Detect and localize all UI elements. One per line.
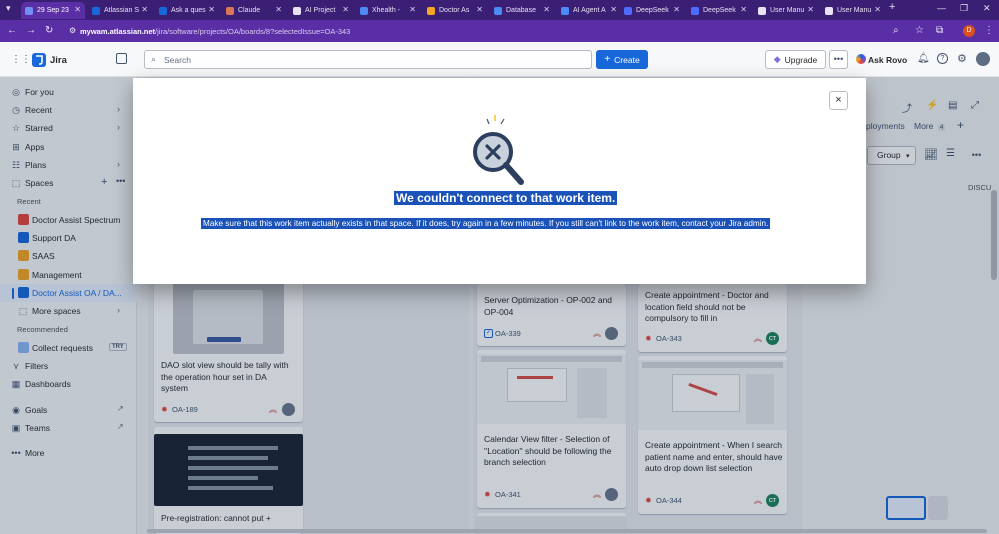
- settings-gear-icon[interactable]: ⚙: [957, 52, 967, 65]
- tab-close-icon[interactable]: ✕: [673, 5, 680, 14]
- browser-tab[interactable]: Xhealth - ✕: [356, 2, 420, 19]
- browser-tab-bar: ▾ 29 Sep 23 ✕ Atlassian S ✕ Ask a ques ✕…: [0, 0, 999, 20]
- tab-label: Claude: [238, 7, 261, 14]
- url-host: mywam.atlassian.net: [80, 27, 156, 36]
- back-icon[interactable]: ←: [7, 25, 17, 36]
- bookmark-star-icon[interactable]: ☆: [915, 25, 924, 36]
- search-placeholder: Search: [164, 54, 191, 65]
- tab-label: User Manu: [837, 7, 872, 14]
- upgrade-button[interactable]: ◆ Upgrade: [765, 50, 826, 69]
- browser-tab[interactable]: AI Agent A ✕: [557, 2, 621, 19]
- zoom-icon[interactable]: ⌕: [893, 25, 899, 36]
- tab-close-icon[interactable]: ✕: [543, 5, 550, 14]
- browser-tab[interactable]: User Manu ✕: [754, 2, 818, 19]
- tab-favicon-icon: [561, 6, 569, 15]
- tab-label: Atlassian S: [104, 7, 140, 14]
- tab-favicon-icon: [293, 6, 301, 15]
- help-icon[interactable]: ?: [937, 53, 948, 64]
- address-bar: ← → ↻ mywam.atlassian.net/jira/software/…: [0, 20, 999, 42]
- app-switcher-icon[interactable]: ⋮⋮: [11, 54, 31, 65]
- more-options-icon[interactable]: •••: [829, 50, 848, 69]
- window-close-icon[interactable]: ✕: [983, 3, 991, 14]
- tab-favicon-icon: [360, 6, 368, 15]
- browser-tab[interactable]: User Manu ✕: [821, 2, 885, 19]
- upgrade-label: Upgrade: [784, 54, 818, 65]
- tab-favicon-icon: [226, 6, 234, 15]
- tab-label: Xhealth -: [372, 7, 401, 14]
- jira-logo-icon[interactable]: [32, 53, 46, 67]
- browser-tab[interactable]: DeepSeek ✕: [620, 2, 684, 19]
- browser-tab[interactable]: Claude ✕: [222, 2, 286, 19]
- magnifier-error-icon: [470, 114, 528, 186]
- tab-close-icon[interactable]: ✕: [141, 5, 148, 14]
- browser-tab[interactable]: DeepSeek ✕: [687, 2, 751, 19]
- tab-label: DeepSeek: [636, 7, 669, 14]
- user-avatar[interactable]: [976, 52, 990, 66]
- reload-icon[interactable]: ↻: [45, 25, 53, 36]
- tab-close-icon[interactable]: ✕: [874, 5, 881, 14]
- dialog-message: Make sure that this work item actually e…: [201, 218, 771, 229]
- browser-tab[interactable]: Ask a ques ✕: [155, 2, 219, 19]
- tab-favicon-icon: [25, 6, 33, 15]
- tab-close-icon[interactable]: ✕: [409, 5, 416, 14]
- app-name[interactable]: Jira: [50, 55, 67, 66]
- tab-favicon-icon: [691, 6, 699, 15]
- site-info-icon[interactable]: ⚙: [69, 26, 76, 35]
- tab-close-icon[interactable]: ✕: [807, 5, 814, 14]
- rovo-icon: [856, 54, 866, 64]
- error-dialog: × We couldn't connect to that work item.…: [133, 78, 866, 284]
- tab-favicon-icon: [159, 6, 167, 15]
- sidebar-toggle-icon[interactable]: [116, 53, 127, 64]
- tab-close-icon[interactable]: ✕: [342, 5, 349, 14]
- new-tab-button[interactable]: +: [889, 1, 895, 13]
- extensions-icon[interactable]: ⧉: [936, 25, 943, 36]
- browser-tab[interactable]: 29 Sep 23 ✕: [21, 2, 85, 19]
- notifications-icon[interactable]: 🔔︎: [917, 53, 930, 64]
- url-path: /jira/software/projects/OA/boards/8?sele…: [155, 27, 351, 36]
- tab-close-icon[interactable]: ✕: [610, 5, 617, 14]
- tab-favicon-icon: [494, 6, 502, 15]
- browser-tab[interactable]: Doctor As ✕: [423, 2, 487, 19]
- search-icon: ⌕: [151, 54, 157, 64]
- tab-close-icon[interactable]: ✕: [208, 5, 215, 14]
- minimize-icon[interactable]: —: [937, 3, 946, 13]
- plus-icon: +: [604, 54, 611, 65]
- gem-icon: ◆: [773, 54, 781, 64]
- tab-close-icon[interactable]: ✕: [74, 5, 81, 14]
- create-label: Create: [614, 54, 640, 65]
- url-field[interactable]: mywam.atlassian.net/jira/software/projec…: [66, 24, 886, 39]
- tab-close-icon[interactable]: ✕: [740, 5, 747, 14]
- browser-tab[interactable]: Database ✕: [490, 2, 554, 19]
- close-button[interactable]: ×: [829, 91, 848, 110]
- browser-tab[interactable]: AI Project ✕: [289, 2, 353, 19]
- tab-close-icon[interactable]: ✕: [275, 5, 282, 14]
- profile-avatar[interactable]: D: [963, 25, 975, 37]
- tab-label: 29 Sep 23: [37, 7, 69, 14]
- create-button[interactable]: + Create: [596, 50, 648, 69]
- tab-close-icon[interactable]: ✕: [476, 5, 483, 14]
- search-input[interactable]: ⌕ Search: [144, 50, 592, 69]
- browser-menu-icon[interactable]: ⋮: [984, 25, 994, 36]
- tab-label: Database: [506, 7, 536, 14]
- maximize-icon[interactable]: ❐: [960, 3, 968, 14]
- tab-label: Doctor As: [439, 7, 470, 14]
- tab-label: User Manu: [770, 7, 805, 14]
- forward-icon[interactable]: →: [26, 25, 36, 36]
- ask-rovo-button[interactable]: Ask Rovo: [868, 55, 907, 65]
- tab-search-icon[interactable]: ▾: [6, 3, 11, 14]
- tab-favicon-icon: [427, 6, 435, 15]
- tab-favicon-icon: [92, 6, 100, 15]
- tab-label: AI Agent A: [573, 7, 606, 14]
- tab-favicon-icon: [825, 6, 833, 15]
- tab-label: DeepSeek: [703, 7, 736, 14]
- tab-label: AI Project: [305, 7, 336, 14]
- dialog-title: We couldn't connect to that work item.: [394, 191, 618, 205]
- tab-favicon-icon: [624, 6, 632, 15]
- close-icon: ×: [835, 94, 842, 106]
- tab-favicon-icon: [758, 6, 766, 15]
- browser-tab[interactable]: Atlassian S ✕: [88, 2, 152, 19]
- tab-label: Ask a ques: [171, 7, 206, 14]
